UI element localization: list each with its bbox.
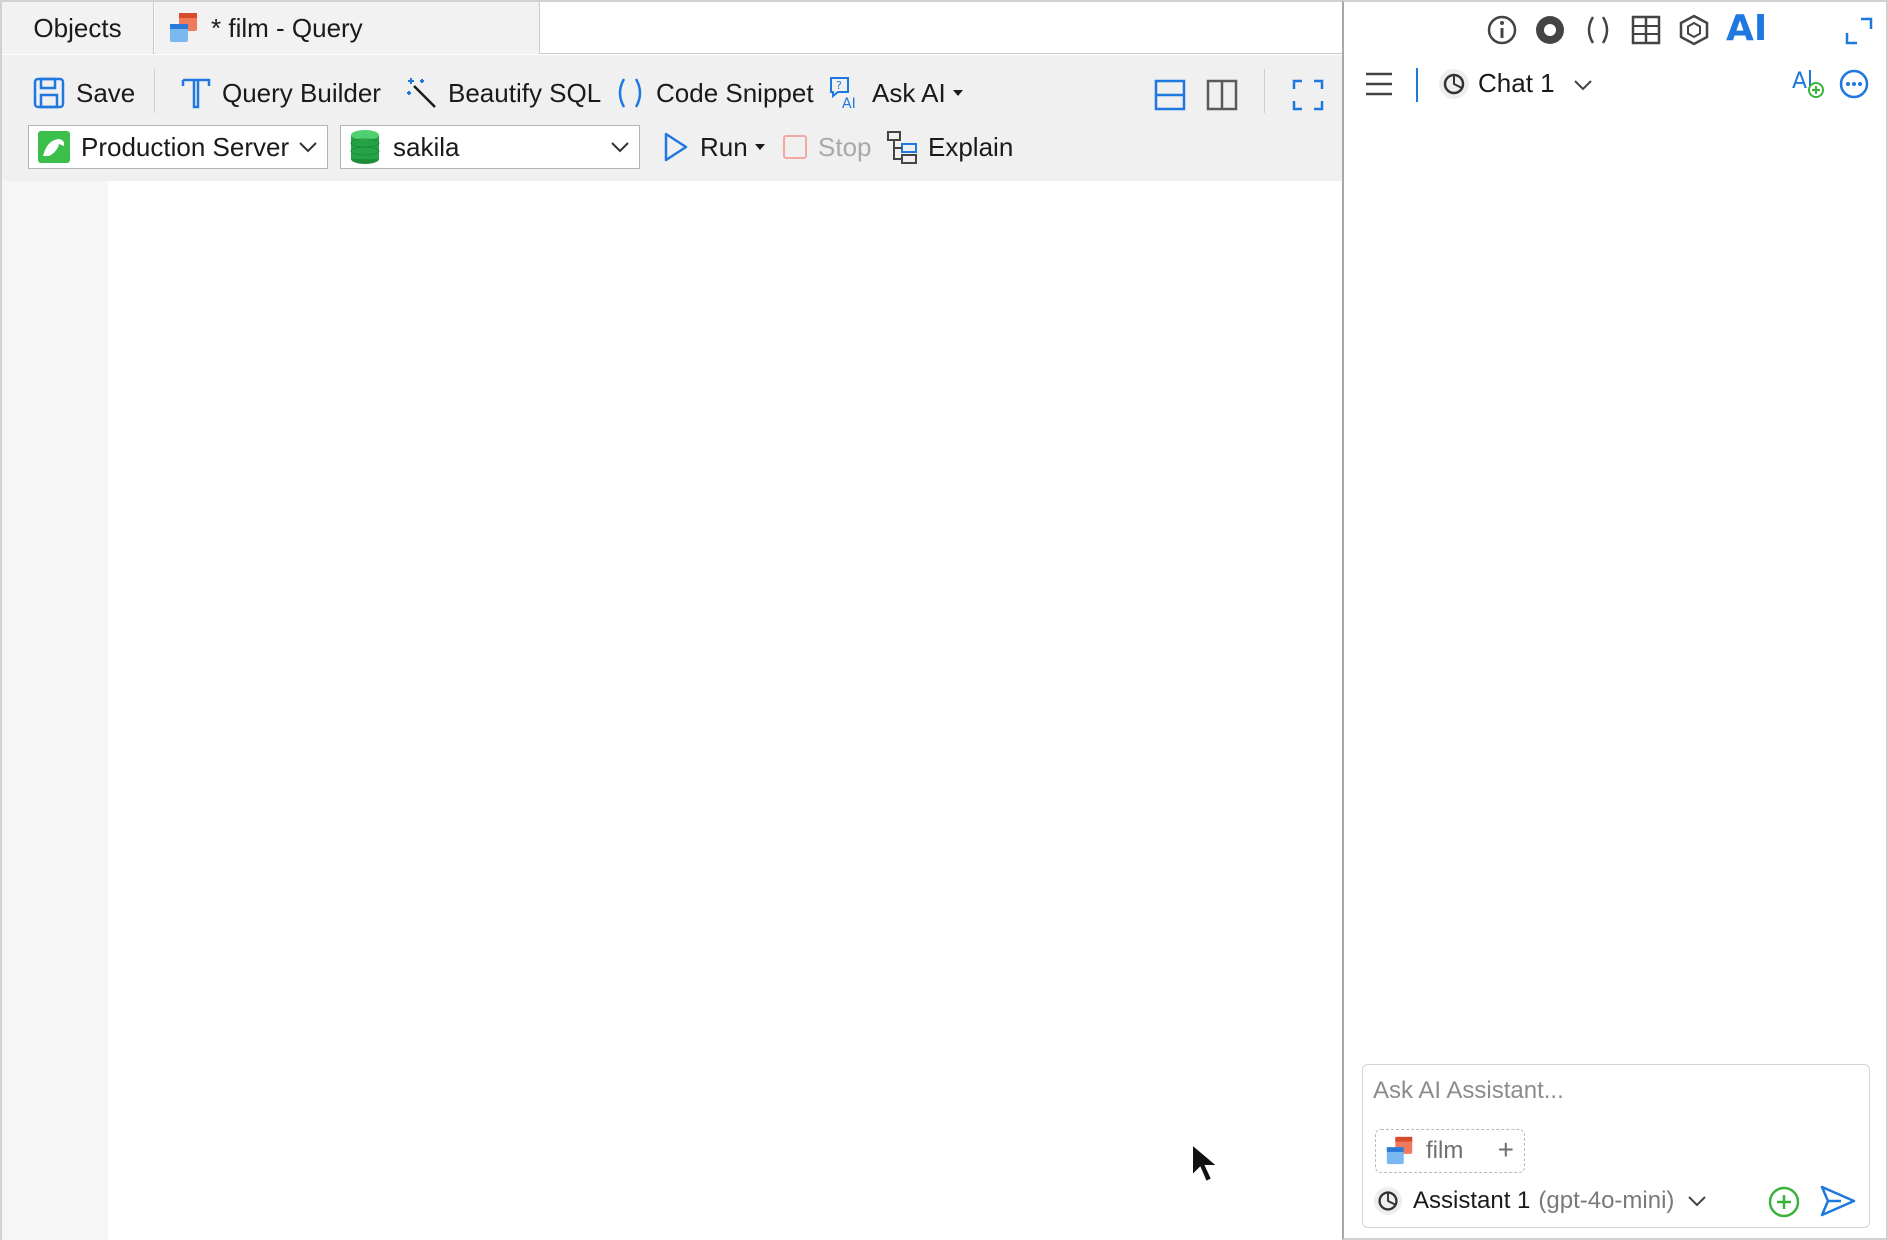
explain-button[interactable]: Explain (886, 127, 1013, 167)
query-builder-button[interactable]: Query Builder (180, 73, 381, 113)
svg-text:?: ? (836, 79, 842, 92)
caret-down-icon (754, 144, 765, 150)
hexagon-icon[interactable] (1678, 14, 1710, 46)
connection-value: Production Server (81, 131, 290, 162)
chat-header: Chat 1 A (1344, 60, 1886, 110)
mysql-icon (38, 131, 70, 163)
parens-icon[interactable] (1582, 14, 1614, 46)
database-select[interactable]: sakila (340, 125, 640, 169)
snippet-icon (618, 78, 642, 108)
tab-objects[interactable]: Objects (2, 2, 154, 54)
query-builder-label: Query Builder (222, 77, 381, 108)
tab-query[interactable]: * film - Query (155, 2, 540, 54)
sql-editor[interactable] (2, 181, 1342, 1240)
save-button[interactable]: Save (32, 73, 135, 113)
toolbar-divider (154, 69, 155, 113)
new-chat-icon[interactable]: A (1790, 64, 1826, 100)
svg-text:AI: AI (842, 96, 856, 111)
database-value: sakila (393, 131, 460, 162)
tab-bar: Objects * film - Query (2, 2, 1342, 54)
database-icon (350, 130, 380, 164)
connection-select[interactable]: Production Server (28, 125, 328, 169)
fullscreen-icon[interactable] (1292, 75, 1324, 115)
table-icon (170, 13, 197, 42)
ask-ai-label: Ask AI (872, 77, 946, 108)
ask-ai-button[interactable]: ? AI Ask AI (828, 73, 974, 113)
chevron-down-icon (1688, 1196, 1707, 1207)
chevron-down-icon (299, 142, 317, 153)
svg-text:A: A (1792, 69, 1807, 94)
stop-button[interactable]: Stop (782, 127, 872, 167)
stop-icon (783, 135, 807, 159)
ai-assistant-pane: AI Chat 1 A Ask AI Assistant... film + A… (1342, 0, 1888, 1240)
tab-query-label: * film - Query (211, 12, 363, 43)
ai-input-field[interactable]: Ask AI Assistant... (1373, 1077, 1564, 1105)
ai-tab-label[interactable]: AI (1726, 8, 1767, 49)
run-icon (664, 132, 688, 162)
code-snippet-button[interactable]: Code Snippet (614, 73, 814, 113)
assistant-name: Assistant 1 (1413, 1187, 1531, 1214)
grid-icon[interactable] (1630, 14, 1662, 46)
run-label: Run (700, 131, 748, 162)
save-icon (33, 77, 65, 109)
stop-label: Stop (818, 131, 872, 162)
line-number-gutter (2, 181, 108, 1240)
assistant-select[interactable]: Assistant 1 (gpt-4o-mini) (1373, 1181, 1708, 1221)
query-pane: Objects * film - Query Save Query Builde… (0, 0, 1342, 1240)
split-horizontal-icon[interactable] (1154, 75, 1186, 115)
chat-title[interactable]: Chat 1 (1478, 68, 1555, 99)
table-icon (1386, 1136, 1413, 1165)
beautify-icon (407, 78, 436, 108)
send-icon[interactable] (1819, 1183, 1857, 1219)
ai-input-box: Ask AI Assistant... film + Assistant 1 (… (1362, 1064, 1870, 1228)
run-button[interactable]: Run (662, 127, 776, 167)
query-toolbar: Save Query Builder Beautify SQL Code Sni… (2, 55, 1342, 181)
more-icon[interactable] (1838, 68, 1870, 100)
toolbar-divider-2 (1264, 69, 1265, 113)
menu-icon[interactable] (1364, 70, 1394, 98)
add-attachment-icon[interactable] (1767, 1185, 1801, 1219)
save-label: Save (76, 77, 136, 108)
info-icon[interactable] (1486, 14, 1518, 46)
add-context-icon[interactable]: + (1498, 1134, 1514, 1166)
cursor-icon (1191, 1142, 1221, 1184)
beautify-sql-label: Beautify SQL (448, 77, 602, 108)
explain-label: Explain (928, 131, 1014, 162)
assistant-model: (gpt-4o-mini) (1538, 1187, 1675, 1214)
openai-icon (1373, 1186, 1403, 1216)
eye-icon[interactable] (1534, 14, 1566, 46)
explain-icon (887, 131, 917, 164)
code-snippet-label: Code Snippet (656, 77, 814, 108)
ask-ai-icon: ? AI (830, 77, 856, 111)
expand-icon[interactable] (1844, 16, 1874, 46)
caret-down-icon (952, 90, 963, 96)
chevron-down-icon (611, 142, 629, 153)
beautify-sql-button[interactable]: Beautify SQL (406, 73, 601, 113)
query-builder-icon (181, 78, 211, 109)
chat-header-divider (1416, 68, 1418, 102)
context-chip-label: film (1426, 1137, 1464, 1164)
openai-icon (1439, 69, 1469, 99)
tab-objects-label: Objects (33, 12, 122, 43)
chevron-down-icon[interactable] (1572, 74, 1594, 96)
split-vertical-icon[interactable] (1206, 75, 1238, 115)
context-chip[interactable]: film + (1375, 1129, 1525, 1173)
